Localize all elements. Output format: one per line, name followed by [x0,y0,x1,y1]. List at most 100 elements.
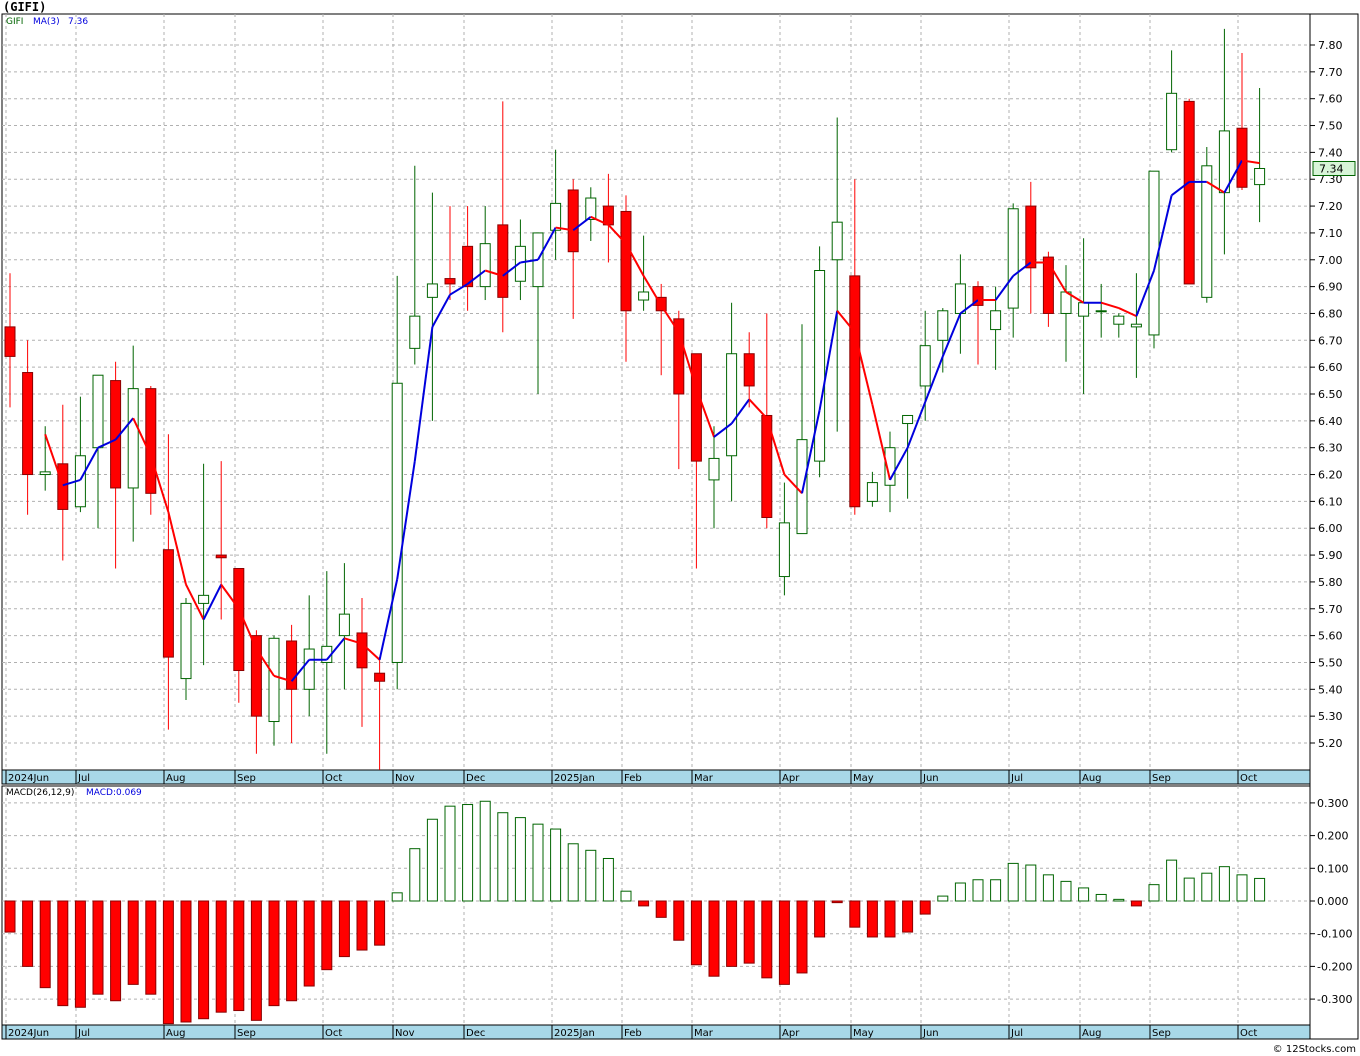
candle-body [92,374,104,449]
price-month-label: Jul [1010,773,1023,784]
candle-body [233,568,245,672]
candle-body [57,463,69,510]
macd-bar [1130,900,1142,907]
macd-bar [831,900,843,904]
macd-bar [1025,864,1037,902]
stock-chart: 2024Jun Jul Aug Sep Oct Nov Dec 2025Jan Feb Mar Ap… [1,13,1359,1040]
macd-bar [778,900,790,985]
price-month-label: Mar [694,773,714,784]
macd-bar [602,857,614,902]
candle-body [638,291,650,301]
price-ytick-label: 7.60 [1318,93,1343,106]
macd-bar [479,800,491,902]
macd-bar [127,900,139,985]
macd-bar [620,890,632,902]
candle-body [796,439,808,535]
macd-bar [1218,866,1230,902]
macd-bar [92,900,104,995]
price-ytick-label: 7.10 [1318,227,1343,240]
macd-month-label: Aug [166,1028,186,1039]
macd-month-label: Jul [1010,1028,1023,1039]
price-ytick-label: 6.80 [1318,307,1343,320]
last-price-label: 7.34 [1319,162,1344,175]
macd-bar [1166,859,1178,902]
macd-ytick-label: -0.200 [1317,960,1352,973]
macd-bar [356,900,368,951]
candle-body [479,243,491,288]
macd-bar [57,900,69,1007]
macd-bar [268,900,280,1007]
macd-bar [1183,877,1195,902]
candle-body [1166,92,1178,151]
macd-bar [1148,884,1160,902]
candle-body [866,482,878,502]
macd-month-axis [1,1024,1311,1040]
price-month-label: Nov [395,773,415,784]
price-month-label: Sep [237,773,256,784]
macd-bar [338,900,350,958]
candle-body [726,353,738,457]
candle-body [550,202,562,231]
price-month-label: Oct [325,773,342,784]
macd-month-label: Jun [922,1028,939,1039]
macd-bar [690,900,702,966]
price-ytick-label: 6.50 [1318,388,1343,401]
candle-body [356,632,368,669]
macd-bar [321,900,333,971]
candle-body [1095,310,1107,313]
macd-bar [954,882,966,902]
candle-body [1236,127,1248,188]
macd-bar [22,900,34,967]
candle-body [127,388,139,489]
macd-bar [990,879,1002,902]
candle-body [1201,165,1213,298]
candle-body [673,318,685,395]
macd-ytick-label: 0.300 [1317,797,1349,810]
macd-bar [444,805,456,902]
macd-ytick-label: 0.200 [1317,830,1349,843]
price-month-label: Aug [166,773,186,784]
candle-body [39,471,51,476]
macd-bar [532,823,544,902]
legend-ma-label: MA(3) [33,17,60,27]
macd-bar [215,900,227,1013]
macd-bar [567,843,579,902]
candle-body [286,640,298,690]
price-ytick-label: 5.30 [1318,710,1343,723]
price-ytick-label: 5.50 [1318,656,1343,669]
macd-bar [1236,874,1248,902]
price-month-label: Aug [1082,773,1102,784]
candle-body [426,283,438,298]
macd-bar [39,900,51,989]
price-ytick-label: 5.80 [1318,576,1343,589]
macd-bar [1254,877,1266,902]
macd-bar [743,900,755,964]
site-credit: © 12Stocks.com [1272,1044,1356,1055]
macd-bar [655,900,667,918]
price-month-label: May [853,773,874,784]
candle-body [1254,167,1266,186]
macd-panel: 2024Jun Jul Aug Sep Oct Nov Dec 2025Jan Feb Mar Ap… [1,785,1352,1039]
macd-bar [233,900,245,1012]
candle-body [303,648,315,690]
price-ytick-label: 7.00 [1318,254,1343,267]
legend-ma-value: 7.36 [68,17,88,27]
candle-body [849,275,861,508]
price-ytick-label: 7.80 [1318,39,1343,52]
macd-ytick-label: 0.100 [1317,862,1349,875]
candle-body [902,414,914,425]
candle-body [831,221,843,261]
candle-body [919,345,931,387]
candle-body [22,372,34,476]
macd-bar [708,900,720,977]
candle-body [620,210,632,312]
macd-bar [110,900,122,1002]
candle-body [1078,302,1090,317]
macd-month-label: Aug [1082,1028,1102,1039]
candle-body [145,388,157,494]
candle-body [514,245,526,282]
candle-body [585,197,597,220]
macd-bar [726,900,738,967]
macd-bar [286,900,298,1002]
macd-bar [849,900,861,928]
